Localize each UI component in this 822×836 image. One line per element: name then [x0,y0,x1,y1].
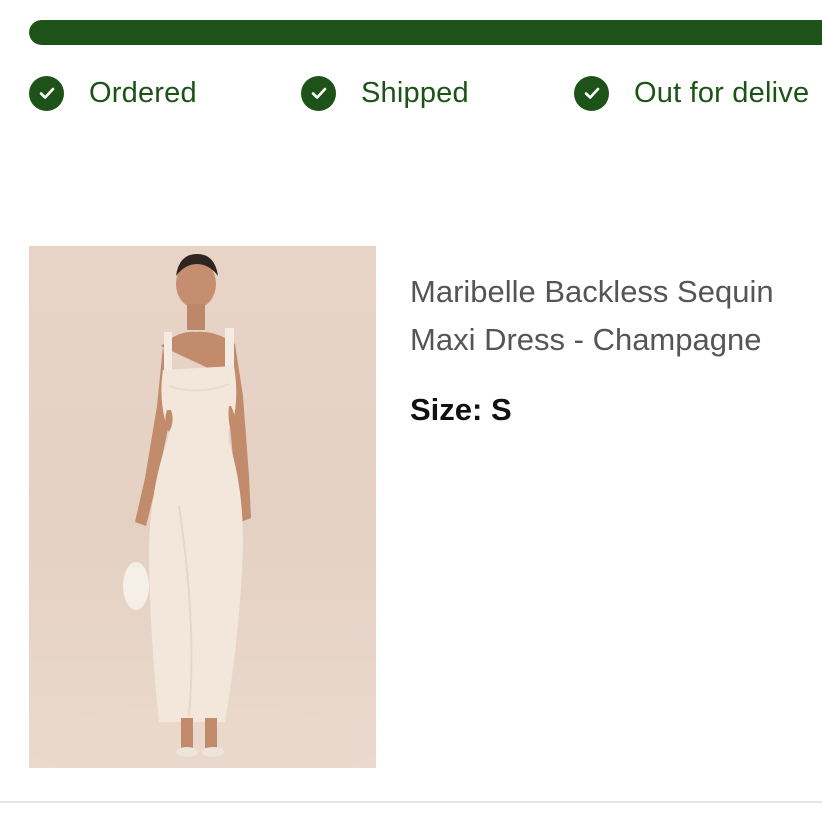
tracking-steps: Ordered Shipped Out for delive [29,74,822,114]
step-label: Shipped [361,77,469,109]
step-label: Ordered [89,77,197,109]
order-progress-bar [29,20,822,45]
product-size: Size: S [410,392,512,427]
order-item: Maribelle Backless Sequin Maxi Dress - C… [29,246,822,768]
check-circle-icon [301,75,336,111]
product-image[interactable] [29,246,376,768]
product-name[interactable]: Maribelle Backless Sequin Maxi Dress - C… [410,268,822,364]
check-circle-icon [29,75,64,111]
step-ordered: Ordered [29,74,197,112]
step-out-for-delivery: Out for delive [574,74,809,112]
divider [0,801,822,803]
order-tracking-page: Ordered Shipped Out for delive Maribelle… [0,0,822,836]
check-circle-icon [574,75,609,111]
step-shipped: Shipped [301,74,469,112]
order-progress-fill [29,20,822,45]
step-label: Out for delive [634,77,810,109]
